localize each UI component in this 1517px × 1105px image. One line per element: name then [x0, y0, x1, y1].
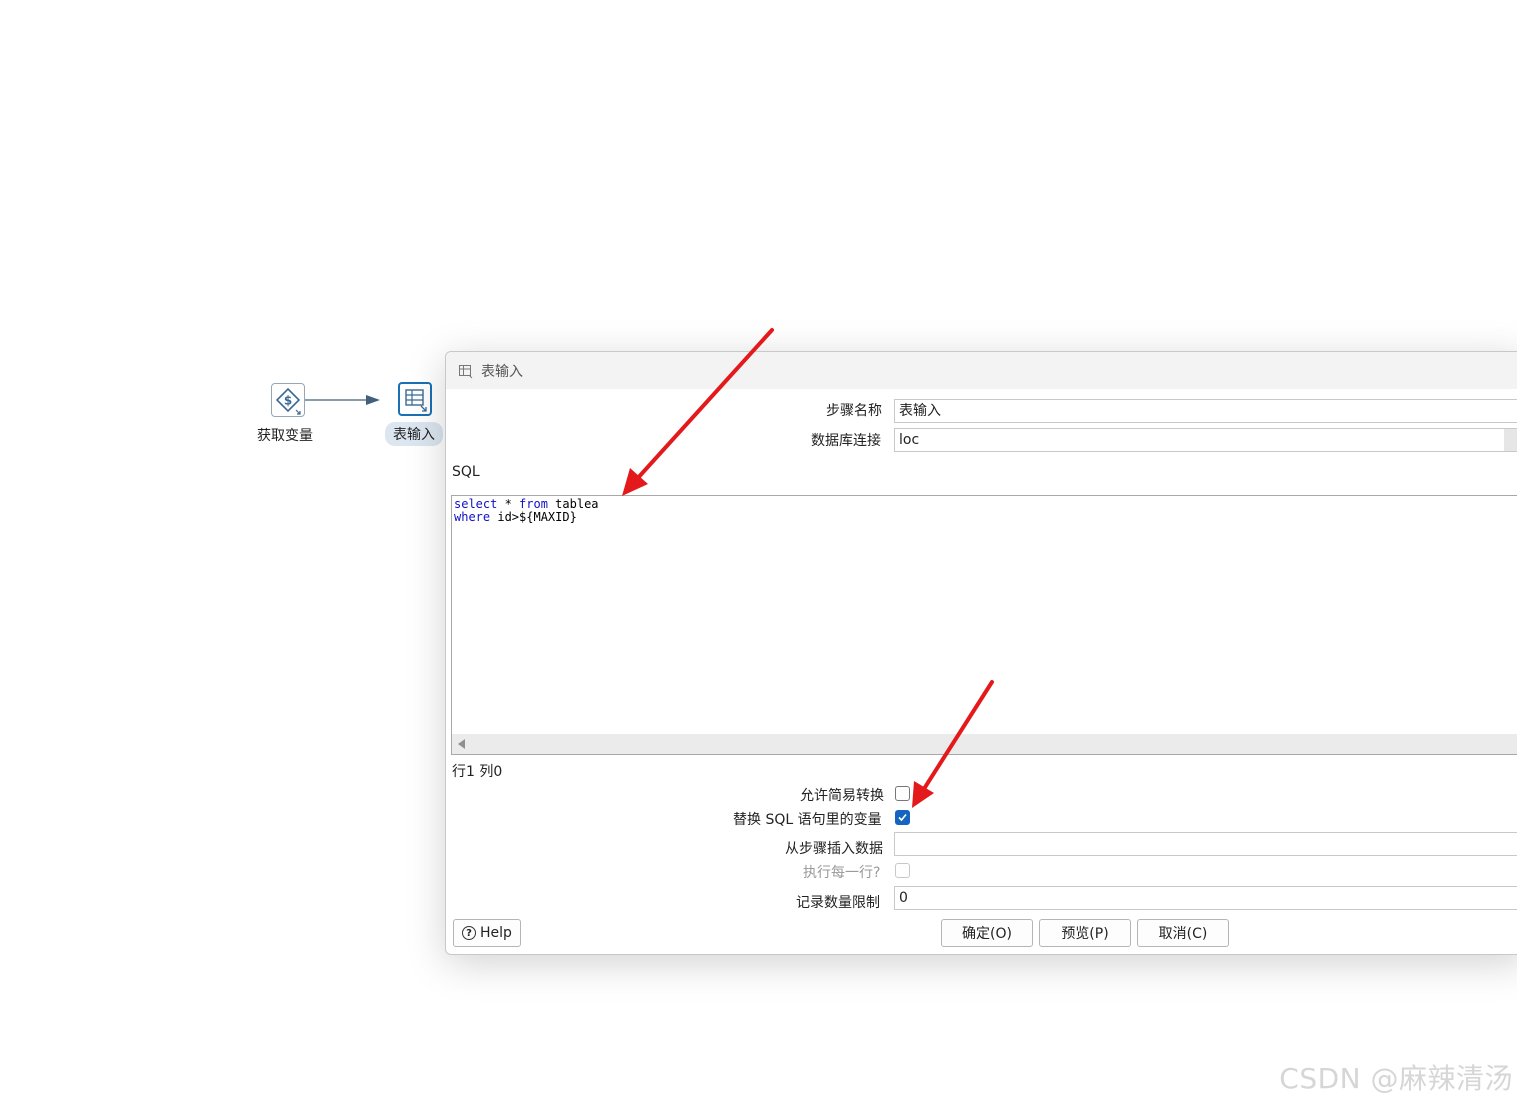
annotation-arrows: [622, 328, 994, 808]
watermark: CSDN @麻辣清汤: [1279, 1062, 1513, 1095]
annotation-arrow-replace-variables: [912, 680, 994, 808]
annotation-arrow-sql: [622, 328, 774, 496]
